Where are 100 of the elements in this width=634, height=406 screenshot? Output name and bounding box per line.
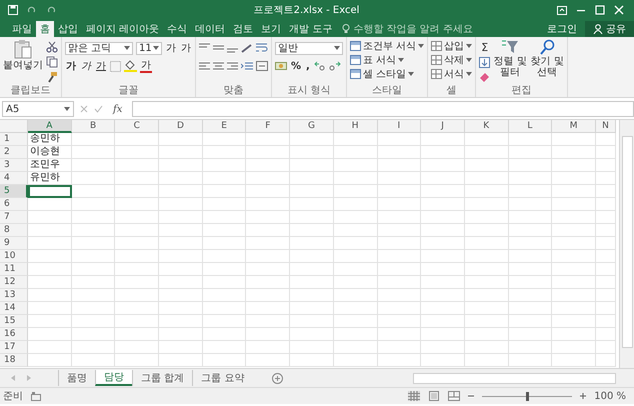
style-button[interactable]: 표 서식 <box>350 53 424 66</box>
column-header[interactable]: K <box>464 120 509 133</box>
row-header[interactable]: 1 <box>0 133 28 146</box>
row-header[interactable]: 14 <box>0 302 28 315</box>
column-header[interactable]: C <box>115 120 160 133</box>
format-painter-icon[interactable] <box>46 71 58 83</box>
save-icon[interactable] <box>8 5 18 15</box>
sign-in-link[interactable]: 로그인 <box>539 21 585 37</box>
zoom-level[interactable]: 100 % <box>594 390 626 402</box>
ribbon-options-icon[interactable] <box>557 6 567 14</box>
bold-button[interactable]: 가 <box>65 60 77 72</box>
cells-button[interactable]: 삭제 <box>431 53 472 66</box>
row-header[interactable]: 4 <box>0 172 28 185</box>
column-header[interactable]: I <box>378 120 422 133</box>
row-header[interactable]: 7 <box>0 211 28 224</box>
cells-button[interactable]: 서식 <box>431 67 472 80</box>
copy-icon[interactable] <box>46 56 58 68</box>
wrap-text-icon[interactable] <box>256 43 268 53</box>
ribbon-tab[interactable]: 검토 <box>229 21 258 37</box>
percent-button[interactable]: % <box>290 60 302 72</box>
italic-button[interactable]: 가 <box>80 60 92 72</box>
redo-icon[interactable] <box>46 6 56 14</box>
column-header[interactable]: M <box>552 120 596 133</box>
ribbon-tab[interactable]: 홈 <box>36 21 54 37</box>
ribbon-tab[interactable]: 개발 도구 <box>285 21 336 37</box>
sort-filter-button[interactable]: 정렬 및 필터 <box>493 39 528 78</box>
column-header[interactable]: B <box>72 120 116 133</box>
align-icon[interactable] <box>227 61 238 71</box>
align-icon[interactable] <box>213 61 224 71</box>
border-icon[interactable] <box>110 60 121 72</box>
column-header[interactable]: J <box>421 120 465 133</box>
column-header[interactable]: F <box>246 120 290 133</box>
maximize-icon[interactable] <box>595 5 605 15</box>
number-format-dropdown[interactable]: 일반 <box>275 42 343 54</box>
sheet-tab[interactable]: 그룹 합계 <box>132 370 192 386</box>
font-color-button[interactable]: 가 <box>140 60 152 72</box>
column-header[interactable]: D <box>159 120 203 133</box>
font-name-dropdown[interactable]: 맑은 고딕 <box>65 42 133 54</box>
row-header[interactable]: 17 <box>0 341 28 354</box>
row-header[interactable]: 16 <box>0 328 28 341</box>
column-header[interactable]: L <box>508 120 552 133</box>
fill-color-icon[interactable] <box>124 60 137 72</box>
ribbon-tab[interactable]: 파일 <box>8 21 36 37</box>
ribbon-tab[interactable]: 데이터 <box>191 21 230 37</box>
comma-button[interactable]: , <box>305 60 311 72</box>
horizontal-scrollbar[interactable] <box>413 372 616 384</box>
font-size-dropdown[interactable]: 11 <box>136 42 162 54</box>
zoom-out-icon[interactable] <box>468 393 474 399</box>
row-header[interactable]: 10 <box>0 250 28 263</box>
fill-icon[interactable] <box>479 57 490 68</box>
style-button[interactable]: 조건부 서식 <box>350 39 424 52</box>
underline-button[interactable]: 가 <box>95 60 107 72</box>
column-header[interactable]: G <box>290 120 334 133</box>
row-header[interactable]: 12 <box>0 276 28 289</box>
grow-font-button[interactable]: 가 <box>165 42 177 54</box>
zoom-slider[interactable] <box>526 392 530 400</box>
row-header[interactable]: 2 <box>0 146 28 159</box>
cells-button[interactable]: 삽입 <box>431 39 472 52</box>
page-break-icon[interactable] <box>448 391 460 401</box>
paste-button[interactable]: 붙여넣기 <box>3 39 43 71</box>
ribbon-tab[interactable]: 보기 <box>257 21 286 37</box>
page-layout-icon[interactable] <box>428 391 440 401</box>
insert-function-button[interactable]: fx <box>109 104 126 114</box>
sheet-tab[interactable]: 그룹 요약 <box>192 370 252 386</box>
column-header[interactable]: E <box>202 120 246 133</box>
row-header[interactable]: 13 <box>0 289 28 302</box>
ribbon-tab[interactable]: 삽입 <box>54 21 82 37</box>
zoom-in-icon[interactable] <box>580 393 586 399</box>
ribbon-tab[interactable]: 수식 <box>163 21 192 37</box>
row-header[interactable]: 11 <box>0 263 28 276</box>
column-header[interactable]: A <box>28 120 72 133</box>
orientation-icon[interactable] <box>241 43 253 53</box>
style-button[interactable]: 셀 스타일 <box>350 67 424 80</box>
sheet-tab[interactable]: 담당 <box>95 370 132 386</box>
scissors-icon[interactable] <box>46 41 58 53</box>
checkmark-icon[interactable] <box>94 105 103 113</box>
column-header[interactable]: N <box>596 120 616 133</box>
row-header[interactable]: 3 <box>0 159 28 172</box>
row-header[interactable]: 8 <box>0 224 28 237</box>
eraser-icon[interactable] <box>479 71 490 82</box>
row-header[interactable]: 15 <box>0 315 28 328</box>
row-header[interactable]: 6 <box>0 198 28 211</box>
undo-icon[interactable] <box>27 6 37 14</box>
macro-record-icon[interactable] <box>31 392 41 400</box>
merge-icon[interactable] <box>256 61 268 71</box>
autosum-button[interactable]: Σ <box>479 41 490 54</box>
find-select-button[interactable]: 찾기 및 선택 <box>530 39 564 78</box>
column-header[interactable]: H <box>334 120 378 133</box>
close-icon[interactable] <box>614 5 624 15</box>
ribbon-tab[interactable]: 페이지 레이아웃 <box>82 21 164 37</box>
align-icon[interactable] <box>199 61 210 71</box>
normal-view-icon[interactable] <box>408 391 420 401</box>
vertical-scrollbar[interactable] <box>619 120 634 368</box>
add-sheet-icon[interactable] <box>272 372 284 384</box>
row-header[interactable]: 9 <box>0 237 28 250</box>
decrease-decimal-icon[interactable] <box>328 61 341 71</box>
tell-me-field[interactable]: 수행할 작업을 알려 주세요 <box>342 21 492 37</box>
row-header[interactable]: 18 <box>0 354 28 367</box>
name-box[interactable]: A5 <box>2 101 74 117</box>
currency-icon[interactable] <box>275 61 287 71</box>
